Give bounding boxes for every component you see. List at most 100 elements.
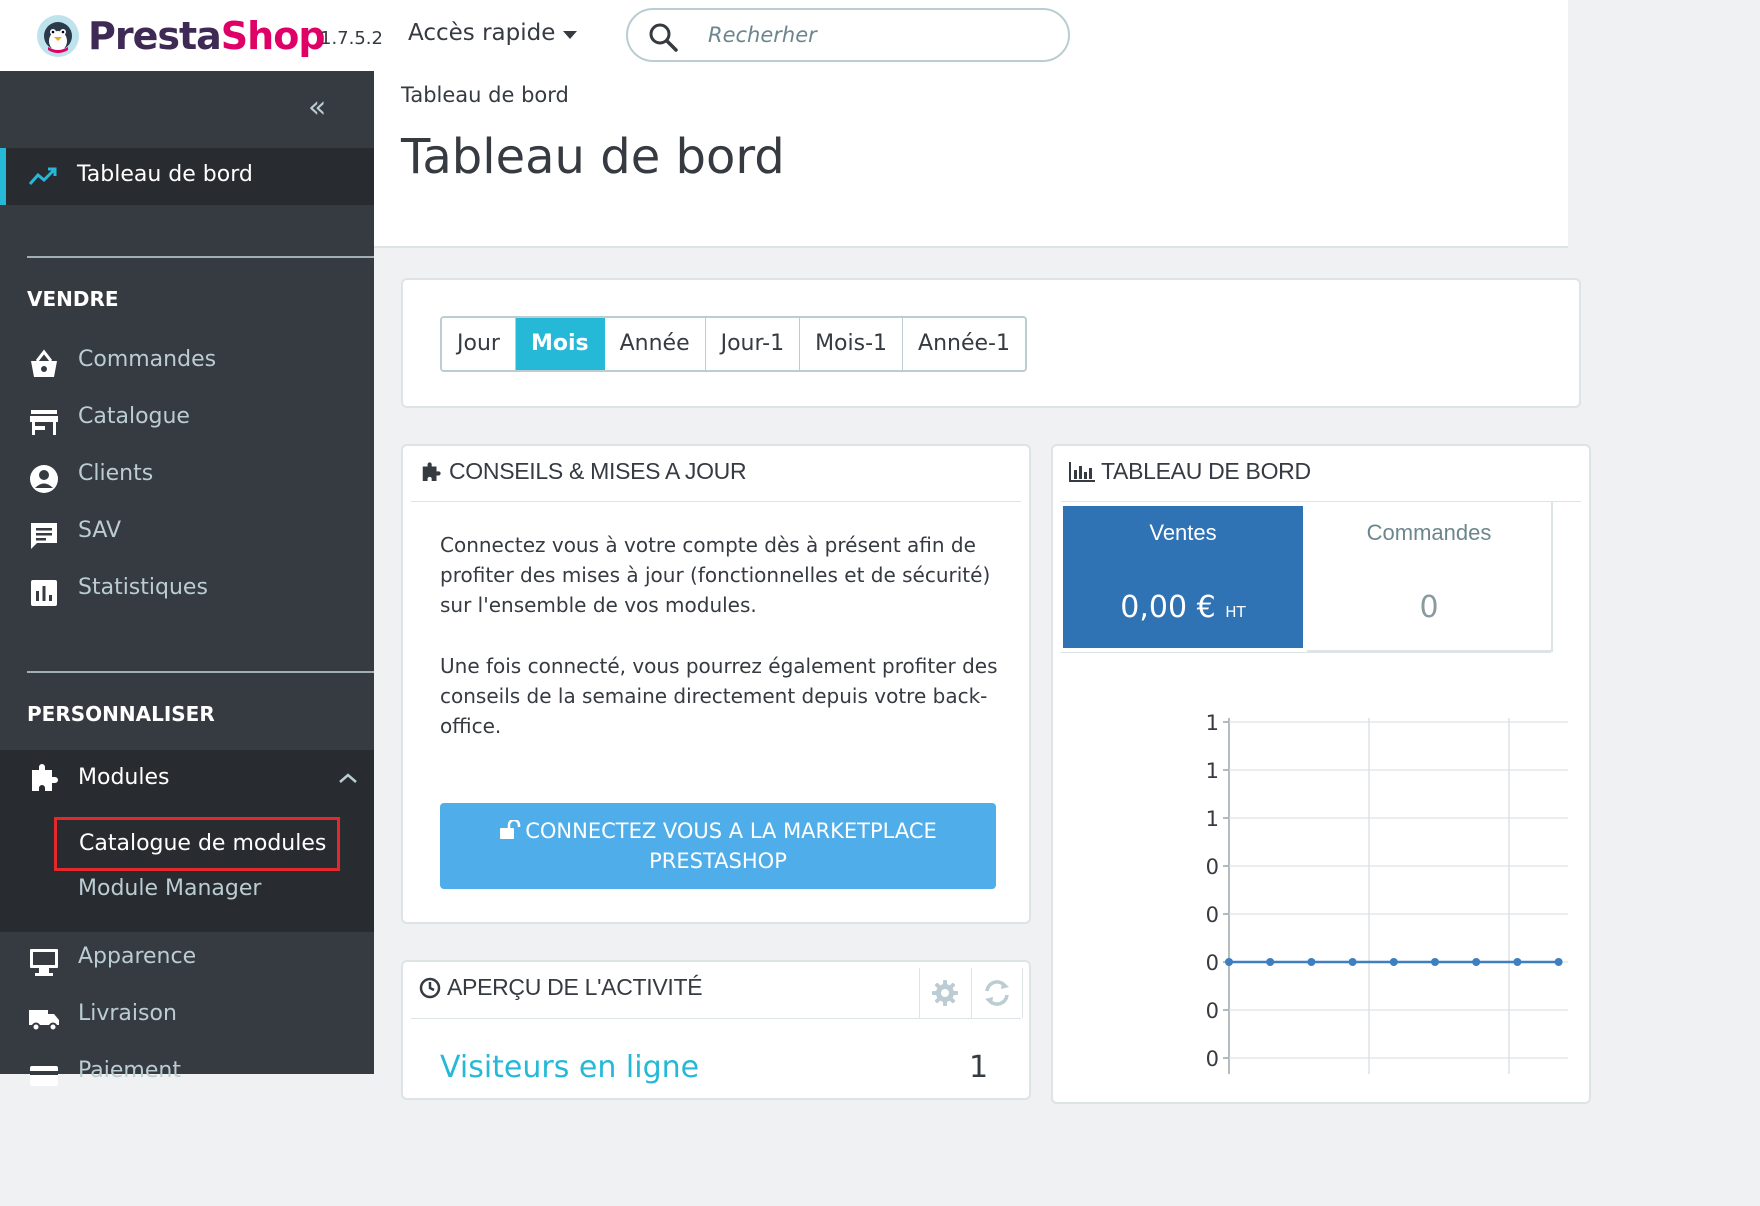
kpi-sales-tab[interactable]: Ventes 0,00 € HT (1063, 506, 1303, 648)
y-tick-label: 0 (1206, 855, 1219, 879)
sidebar-item-label: SAV (78, 518, 122, 543)
button-label-line2: PRESTASHOP (649, 849, 787, 873)
breadcrumb[interactable]: Tableau de bord (401, 83, 569, 107)
quick-access-label: Accès rapide (408, 20, 556, 46)
data-point (1554, 958, 1563, 966)
basket-icon (31, 349, 57, 377)
submenu-module-manager[interactable]: Module Manager (78, 876, 261, 901)
y-tick-label: 1 (1206, 711, 1219, 735)
sidebar-item-payment[interactable]: Paiement (0, 1048, 374, 1098)
data-point (1431, 958, 1439, 966)
period-button-group: Jour Mois Année Jour-1 Mois-1 Année-1 (440, 316, 1027, 372)
tips-paragraph-2: Une fois connecté, vous pourrez égalemen… (440, 654, 998, 738)
search-input[interactable] (708, 18, 1048, 52)
kpi-title: Ventes (1149, 520, 1217, 545)
y-tick-label: 0 (1206, 999, 1219, 1023)
button-label-line1: CONNECTEZ VOUS A LA MARKETPLACE (525, 819, 937, 843)
period-year-button[interactable]: Année (604, 318, 706, 370)
sidebar-item-label: Apparence (78, 944, 197, 969)
data-point (1513, 958, 1522, 966)
online-visitors-link[interactable]: Visiteurs en ligne (440, 1050, 699, 1085)
sidebar-item-appearance[interactable]: Apparence (0, 934, 374, 984)
sales-line-chart: 1 1 1 0 0 0 0 0 (1206, 711, 1568, 1074)
puzzle-icon (32, 764, 58, 791)
period-previous-month-button[interactable]: Mois-1 (800, 318, 904, 370)
prestashop-logo[interactable]: PrestaShop (88, 12, 326, 60)
sidebar-item-orders[interactable]: Commandes (0, 337, 374, 387)
y-tick-label: 0 (1206, 903, 1219, 927)
settings-button[interactable] (920, 968, 972, 1018)
card-divider (411, 501, 1021, 502)
chat-icon (31, 523, 57, 549)
search-box[interactable] (626, 8, 1070, 62)
card-icon (30, 1066, 58, 1086)
bar-chart-icon (1069, 461, 1095, 482)
version-label: 1.7.5.2 (320, 28, 383, 49)
period-month-button[interactable]: Mois (515, 318, 605, 370)
sidebar-item-modules[interactable]: Modules Catalogue de modules Module Mana… (0, 750, 374, 932)
sidebar-item-customers[interactable]: Clients (0, 451, 374, 501)
logo-text-presta: Presta (88, 14, 222, 58)
kpi-value: 0 (1419, 590, 1439, 625)
sidebar: « Tableau de bord VENDRE Commandes Catal… (0, 71, 374, 1086)
gear-icon (932, 980, 959, 1006)
trending-up-icon (28, 167, 57, 185)
clock-icon (419, 977, 441, 998)
sidebar-divider (27, 256, 374, 258)
card-title: TABLEAU DE BORD (1101, 458, 1311, 484)
prestashop-logo-icon[interactable] (36, 14, 80, 58)
sidebar-item-label: Clients (78, 461, 154, 486)
collapse-sidebar-icon[interactable]: « (308, 93, 326, 123)
period-previous-year-button[interactable]: Année-1 (903, 318, 1025, 370)
logo-text-shop: Shop (220, 14, 326, 58)
y-tick-label: 0 (1206, 1047, 1219, 1071)
sidebar-item-label: Livraison (78, 1001, 177, 1026)
period-day-button[interactable]: Jour (442, 318, 516, 370)
tips-updates-card: CONSEILS & MISES A JOUR Connectez vous à… (401, 444, 1031, 924)
tips-paragraph-1: Connectez vous à votre compte dès à prés… (440, 533, 991, 617)
data-point (1389, 958, 1398, 966)
card-divider (411, 1018, 1021, 1019)
kpi-suffix: HT (1225, 603, 1246, 621)
monitor-icon (30, 949, 58, 976)
connect-marketplace-button[interactable]: CONNECTEZ VOUS A LA MARKETPLACE PRESTASH… (440, 803, 996, 889)
card-header: APERÇU DE L'ACTIVITÉ (419, 974, 703, 1001)
page-title: Tableau de bord (401, 129, 785, 185)
unlock-icon (500, 818, 521, 839)
caret-down-icon (563, 31, 578, 39)
section-sell-title: VENDRE (27, 287, 119, 311)
card-header: TABLEAU DE BORD (1069, 458, 1311, 485)
truck-icon (29, 1010, 59, 1032)
submenu-module-catalog[interactable]: Catalogue de modules (54, 817, 340, 871)
sidebar-item-label: Statistiques (78, 575, 208, 600)
kpi-orders-tab[interactable]: Commandes 0 (1307, 502, 1553, 652)
card-header: CONSEILS & MISES A JOUR (419, 458, 747, 485)
sidebar-item-shipping[interactable]: Livraison (0, 991, 374, 1041)
period-previous-day-button[interactable]: Jour-1 (705, 318, 801, 370)
y-tick-label: 1 (1206, 807, 1219, 831)
sidebar-item-stats[interactable]: Statistiques (0, 565, 374, 615)
search-icon[interactable] (648, 22, 678, 52)
card-title: APERÇU DE L'ACTIVITÉ (447, 974, 703, 1000)
activity-overview-card: APERÇU DE L'ACTIVITÉ Visiteurs en ligne … (401, 960, 1031, 1100)
chevron-up-icon[interactable] (338, 772, 358, 784)
kpi-amount: 0,00 € (1120, 590, 1216, 625)
quick-access-dropdown[interactable]: Accès rapide (408, 20, 578, 46)
sidebar-item-dashboard[interactable]: Tableau de bord (0, 148, 374, 205)
data-point (1348, 958, 1357, 966)
bar-chart-icon (31, 580, 57, 606)
sidebar-item-sav[interactable]: SAV (0, 508, 374, 558)
data-point (1472, 958, 1481, 966)
period-selector-card: Jour Mois Année Jour-1 Mois-1 Année-1 (401, 278, 1581, 408)
sidebar-item-catalog[interactable]: Catalogue (0, 394, 374, 444)
sidebar-item-label: Modules (78, 765, 170, 790)
kpi-value: 0,00 € HT (1063, 590, 1303, 625)
card-toolbar (919, 968, 1023, 1018)
refresh-button[interactable] (972, 968, 1023, 1018)
store-icon (30, 410, 58, 435)
refresh-icon (984, 980, 1009, 1006)
y-tick-label: 0 (1206, 951, 1219, 975)
user-circle-icon (30, 465, 58, 493)
submenu-label: Catalogue de modules (79, 831, 327, 856)
online-visitors-count: 1 (969, 1050, 989, 1085)
